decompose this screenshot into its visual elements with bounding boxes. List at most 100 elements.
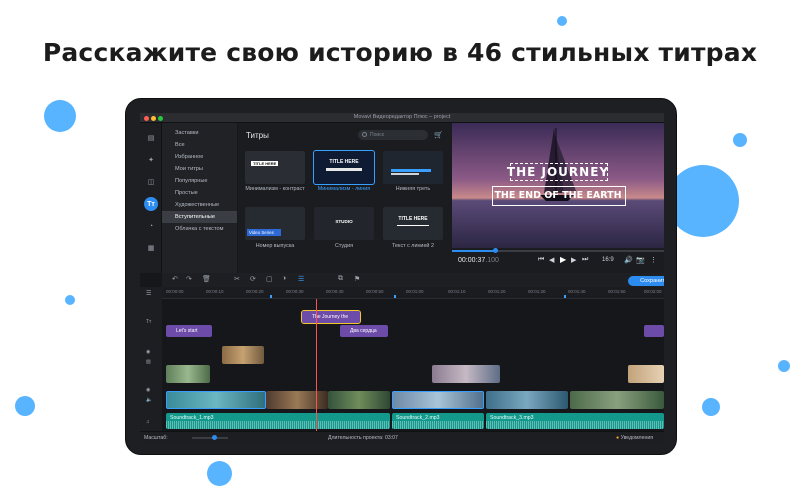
video-track-icon: ▧ xyxy=(146,359,151,365)
crop-icon[interactable]: ▢ xyxy=(266,275,273,283)
save-button[interactable]: Сохранить xyxy=(628,276,664,286)
more-icon[interactable]: ▦ xyxy=(144,241,158,255)
thumb-bar xyxy=(391,169,431,172)
title-clip[interactable]: Два сердца xyxy=(340,325,388,337)
category-item[interactable]: Популярные xyxy=(162,175,237,187)
progress-track[interactable] xyxy=(452,248,664,253)
cut-icon[interactable]: ✂ xyxy=(234,275,240,283)
category-item-active[interactable]: Вступительные xyxy=(162,211,237,223)
zoom-slider[interactable] xyxy=(192,435,228,440)
category-item[interactable]: Избранное xyxy=(162,151,237,163)
effects-icon[interactable]: ✦ xyxy=(144,153,158,167)
thumb-text: STUDIO xyxy=(335,219,353,224)
title-thumbnail-label: Минимализм - контраст xyxy=(245,186,305,192)
decor-dot xyxy=(207,461,232,486)
category-item[interactable]: Простые xyxy=(162,187,237,199)
category-item[interactable]: Заставки xyxy=(162,127,237,139)
title-thumbnail-label: Минимализм - линия xyxy=(317,186,371,192)
play-icon[interactable]: ▶ xyxy=(560,255,566,264)
category-item[interactable]: Облачка с текстом xyxy=(162,223,237,235)
image-clip[interactable] xyxy=(222,346,264,364)
color-icon[interactable]: ◑ xyxy=(282,275,286,282)
aspect-ratio-select[interactable]: 16:9 xyxy=(602,257,614,263)
title-clip[interactable] xyxy=(644,325,664,337)
mute-icon[interactable]: 🔈 xyxy=(146,397,152,403)
search-input[interactable]: Поиск xyxy=(358,130,428,140)
status-bar: Масштаб: Длительность проекта: 03:07 ● У… xyxy=(140,431,664,443)
image-clip[interactable] xyxy=(628,365,664,383)
rotate-icon[interactable]: ⟳ xyxy=(250,275,256,283)
properties-icon[interactable]: ☰ xyxy=(298,275,304,283)
title-clip[interactable]: Let's start xyxy=(166,325,212,337)
window-titlebar: Movavi Видеоредактор Плюс – project xyxy=(140,113,664,123)
snapshot-icon[interactable]: 📷 xyxy=(636,256,645,264)
add-track-icon[interactable]: ☰ xyxy=(146,290,151,297)
video-clip[interactable] xyxy=(266,391,328,409)
cart-icon[interactable]: 🛒 xyxy=(434,131,443,139)
overlay-icon[interactable]: ⧉ xyxy=(338,275,343,283)
title-thumbnail-label: Студия xyxy=(334,243,353,249)
time-ms: .100 xyxy=(485,257,499,264)
tablet-frame: Movavi Видеоредактор Плюс – project ▤ ✦ … xyxy=(125,98,677,455)
timeline-ruler[interactable]: 00:00:00 00:00:10 00:00:20 00:00:30 00:0… xyxy=(162,287,664,299)
bell-icon: ● xyxy=(616,435,620,441)
audio-clip[interactable]: Soundtrack_2.mp3 xyxy=(392,413,484,429)
app-window: Movavi Видеоредактор Плюс – project ▤ ✦ … xyxy=(140,113,664,443)
category-item[interactable]: Мои титры xyxy=(162,163,237,175)
title-thumbnail-selected[interactable]: TITLE HERE xyxy=(313,150,375,185)
import-icon[interactable]: ▤ xyxy=(144,131,158,145)
audio-waveform xyxy=(392,421,484,429)
thumb-line xyxy=(397,225,429,226)
decor-dot xyxy=(733,133,747,147)
stickers-icon[interactable]: ◔ xyxy=(144,219,158,233)
audio-clip[interactable]: Soundtrack_3.mp3 xyxy=(486,413,664,429)
category-item[interactable]: Все xyxy=(162,139,237,151)
audio-clip[interactable]: Soundtrack_1.mp3 xyxy=(166,413,390,429)
category-item[interactable]: Художественные xyxy=(162,199,237,211)
search-icon xyxy=(362,131,367,137)
title-thumbnail[interactable] xyxy=(383,151,443,184)
titles-icon[interactable]: Tт xyxy=(144,197,158,211)
title-thumbnail[interactable]: STUDIO xyxy=(314,207,374,240)
notifications-button[interactable]: ● Уведомления xyxy=(616,435,653,441)
title-clip-selected[interactable]: The Journey the xyxy=(301,310,361,324)
video-preview[interactable]: THE JOURNEY THE END OF THE EARTH xyxy=(452,123,664,248)
zoom-handle[interactable] xyxy=(212,435,217,440)
ruler-mark: 00:02:00 xyxy=(644,289,662,294)
visibility-icon[interactable]: ◉ xyxy=(146,387,150,393)
title-thumbnail-label: Текст с линией 2 xyxy=(392,243,434,249)
trash-icon[interactable]: 🗑 xyxy=(202,275,211,283)
redo-icon[interactable]: ↷ xyxy=(186,275,192,283)
video-clip[interactable] xyxy=(570,391,664,409)
image-clip[interactable] xyxy=(166,365,210,383)
transitions-icon[interactable]: ◫ xyxy=(144,175,158,189)
title-thumbnail[interactable]: TITLE HERE xyxy=(383,207,443,240)
thumb-subline xyxy=(326,168,362,171)
ruler-mark: 00:00:30 xyxy=(286,289,304,294)
skip-start-icon[interactable]: ⏮ xyxy=(538,256,544,264)
video-clip[interactable] xyxy=(166,391,266,409)
playhead[interactable] xyxy=(316,299,317,431)
volume-icon[interactable]: 🔊 xyxy=(624,256,633,264)
title-thumbnail[interactable]: TITLE HERE xyxy=(245,151,305,184)
tool-sidebar: ▤ ✦ ◫ Tт ◔ ▦ xyxy=(140,123,162,273)
headline: Расскажите свою историю в 46 стильных ти… xyxy=(42,38,758,67)
scale-label: Масштаб: xyxy=(144,435,168,441)
decor-dot xyxy=(702,398,720,416)
skip-end-icon[interactable]: ⏭ xyxy=(582,256,588,264)
step-forward-icon[interactable]: ▶ xyxy=(571,256,576,264)
player-controls: 00:00:37.100 ⏮ ◀ ▶ ▶ ⏭ 16:9 🔊 📷 ⋮ xyxy=(452,248,664,273)
marker-icon[interactable]: ⚑ xyxy=(354,275,360,283)
video-clip[interactable] xyxy=(392,391,484,409)
current-time: 00:00:37.100 xyxy=(458,257,499,264)
more-options-icon[interactable]: ⋮ xyxy=(650,256,657,264)
video-clip[interactable] xyxy=(486,391,568,409)
visibility-icon[interactable]: ◉ xyxy=(146,349,150,355)
image-clip[interactable] xyxy=(432,365,500,383)
progress-handle[interactable] xyxy=(493,248,498,253)
clip-label: Let's start xyxy=(176,328,198,334)
undo-icon[interactable]: ↶ xyxy=(172,275,178,283)
title-thumbnail[interactable]: Video Series xyxy=(245,207,305,240)
video-clip[interactable] xyxy=(328,391,390,409)
step-back-icon[interactable]: ◀ xyxy=(549,256,554,264)
